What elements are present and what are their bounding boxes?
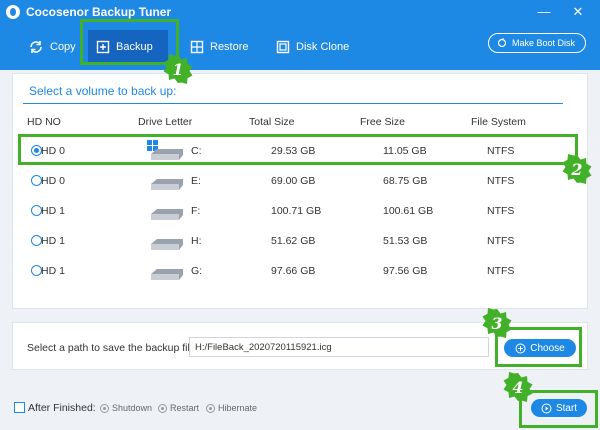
row-hd: HD 0 (41, 175, 65, 187)
step-number: 3 (491, 314, 503, 333)
restore-icon (190, 40, 204, 54)
minimize-button[interactable]: — (534, 2, 554, 22)
hibernate-label: Hibernate (218, 403, 258, 413)
step-badge-3: 3 (482, 308, 512, 338)
heading-divider (23, 103, 563, 104)
step-badge-4: 4 (503, 372, 533, 402)
row-free: 51.53 GB (383, 235, 428, 247)
disk-clone-label: Disk Clone (296, 41, 350, 53)
restore-tab[interactable]: Restore (182, 30, 257, 64)
row-hd: HD 0 (41, 145, 65, 157)
hibernate-option[interactable]: Hibernate (206, 403, 257, 413)
option-radio (100, 403, 109, 413)
title-bar: Cocosenor Backup Tuner — ✕ (0, 0, 600, 24)
volume-row[interactable]: HD 0 E: 69.00 GB 68.75 GB NTFS (25, 166, 577, 196)
step-badge-2: 2 (562, 154, 592, 184)
column-free-size: Free Size (360, 116, 405, 128)
choose-label: Choose (530, 342, 565, 354)
windows-drive-icon (147, 140, 183, 160)
drive-icon (151, 239, 183, 250)
row-total: 29.53 GB (271, 145, 316, 157)
restore-label: Restore (210, 41, 249, 53)
refresh-icon (497, 38, 507, 48)
after-finished-label: After Finished: (28, 402, 96, 414)
plus-circle-icon (515, 343, 526, 353)
row-letter: H: (191, 235, 202, 247)
row-fs: NTFS (487, 265, 515, 277)
volume-row[interactable]: HD 0 C: 29.53 GB 11.05 GB NTFS (25, 136, 577, 166)
backup-tab[interactable]: Backup (88, 30, 168, 64)
row-total: 51.62 GB (271, 235, 316, 247)
restart-label: Restart (170, 403, 200, 413)
row-fs: NTFS (487, 145, 515, 157)
row-free: 100.61 GB (383, 205, 434, 217)
backup-path-input[interactable] (189, 337, 489, 357)
drive-icon (151, 209, 183, 220)
step-badge-1: 1 (163, 54, 193, 84)
row-hd: HD 1 (41, 235, 65, 247)
column-drive-letter: Drive Letter (138, 116, 193, 128)
copy-refresh-icon (30, 41, 42, 53)
volume-heading: Select a volume to back up: (29, 84, 177, 98)
app-logo-icon (6, 5, 20, 19)
backup-path-label: Select a path to save the backup file: (27, 342, 199, 354)
option-radio (158, 403, 167, 413)
column-hd-no: HD NO (27, 116, 61, 128)
copy-label: Copy (50, 41, 76, 53)
row-letter: G: (191, 265, 203, 277)
play-circle-icon (541, 403, 552, 413)
row-fs: NTFS (487, 235, 515, 247)
drive-icon (151, 269, 183, 280)
backup-icon (96, 40, 110, 54)
option-radio (206, 403, 215, 413)
row-fs: NTFS (487, 175, 515, 187)
step-number: 2 (571, 160, 583, 179)
backup-label: Backup (116, 41, 153, 53)
make-boot-disk-button[interactable]: Make Boot Disk (487, 33, 586, 53)
make-boot-disk-label: Make Boot Disk (511, 38, 575, 48)
column-total-size: Total Size (249, 116, 295, 128)
row-fs: NTFS (487, 205, 515, 217)
restart-option[interactable]: Restart (158, 403, 199, 413)
close-button[interactable]: ✕ (568, 2, 588, 22)
volume-row[interactable]: HD 1 H: 51.62 GB 51.53 GB NTFS (25, 226, 577, 256)
row-total: 97.66 GB (271, 265, 316, 277)
app-window: Cocosenor Backup Tuner — ✕ Copy Backup R… (0, 0, 600, 430)
step-number: 4 (512, 378, 524, 397)
volume-row[interactable]: HD 1 G: 97.66 GB 97.56 GB NTFS (25, 256, 577, 286)
row-total: 69.00 GB (271, 175, 316, 187)
row-free: 68.75 GB (383, 175, 428, 187)
volume-row[interactable]: HD 1 F: 100.71 GB 100.61 GB NTFS (25, 196, 577, 226)
row-free: 11.05 GB (383, 145, 427, 157)
after-finished-checkbox[interactable] (14, 402, 25, 413)
start-label: Start (555, 402, 578, 414)
row-free: 97.56 GB (383, 265, 428, 277)
shutdown-option[interactable]: Shutdown (100, 403, 152, 413)
step-number: 1 (172, 60, 184, 79)
row-letter: C: (191, 145, 202, 157)
drive-icon (151, 179, 183, 190)
row-letter: F: (191, 205, 201, 217)
row-hd: HD 1 (41, 265, 65, 277)
row-letter: E: (191, 175, 201, 187)
start-button[interactable]: Start (531, 399, 587, 417)
choose-button[interactable]: Choose (504, 339, 576, 357)
disk-clone-tab[interactable]: Disk Clone (268, 30, 357, 64)
top-bar: Cocosenor Backup Tuner — ✕ Copy Backup R… (0, 0, 600, 70)
copy-tab[interactable]: Copy (20, 30, 84, 64)
window-title: Cocosenor Backup Tuner (26, 5, 172, 19)
disk-clone-icon (276, 40, 290, 54)
shutdown-label: Shutdown (112, 403, 153, 413)
volume-panel: Select a volume to back up: HD NO Drive … (12, 73, 588, 309)
row-hd: HD 1 (41, 205, 65, 217)
row-total: 100.71 GB (271, 205, 322, 217)
column-file-system: File System (471, 116, 526, 128)
